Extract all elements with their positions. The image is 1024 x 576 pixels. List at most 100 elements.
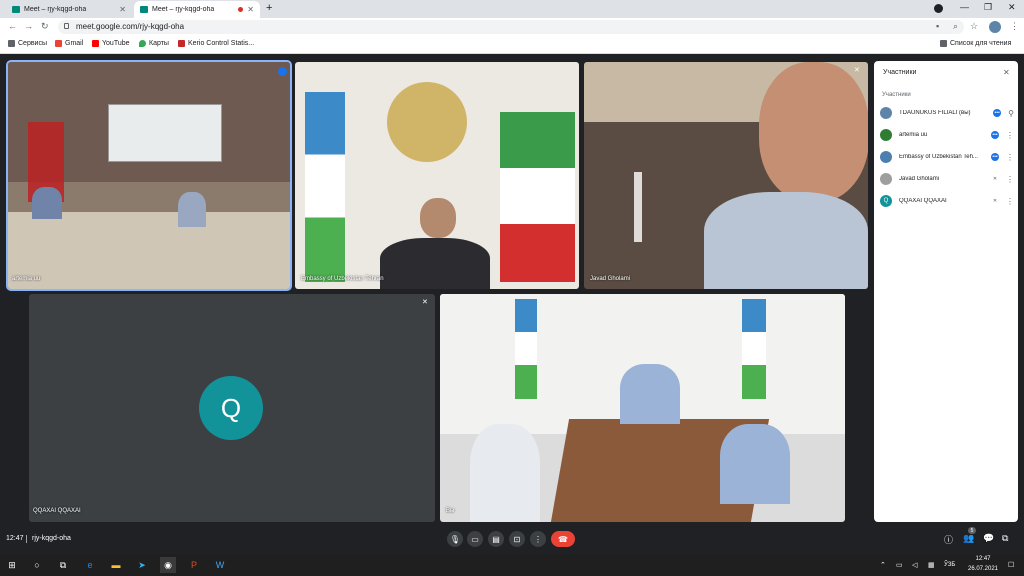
video-tile-embassy[interactable]: Embassy of Uzbekistan Tehran	[295, 62, 579, 289]
end-call-button[interactable]: ☎	[551, 531, 575, 547]
tab-meet-1[interactable]: Meet – rjy-kqgd-oha ✕	[6, 1, 132, 18]
bookmark-maps[interactable]: Карты	[139, 40, 169, 47]
media-control-icon[interactable]	[934, 4, 943, 13]
windows-start-icon[interactable]: ⊞	[4, 557, 20, 573]
close-tab-icon[interactable]: ✕	[247, 5, 254, 14]
participant-row[interactable]: Javad Gholami ✕ ⋮	[880, 172, 1014, 186]
bookmark-gmail[interactable]: Gmail	[55, 40, 83, 47]
tab-meet-2[interactable]: Meet – rjy-kqgd-oha ✕	[134, 1, 260, 18]
powerpoint-icon[interactable]: P	[186, 557, 202, 573]
bookmark-label: YouTube	[102, 40, 130, 47]
video-tile-artemia[interactable]: artemia uu	[6, 60, 292, 291]
language-indicator[interactable]: ЎЗБ	[944, 562, 955, 568]
close-panel-icon[interactable]: ✕	[1003, 68, 1010, 77]
back-icon[interactable]: ←	[8, 21, 17, 31]
participant-row[interactable]: Embassy of Uzbekistan Teh... ••• ⋮	[880, 150, 1014, 164]
camera-button[interactable]: ▭	[467, 531, 483, 547]
kerio-icon	[178, 40, 185, 47]
camera-icon[interactable]: ▪	[936, 21, 939, 31]
keyboard-icon[interactable]: ▦	[928, 561, 935, 569]
close-window-icon[interactable]: ✕	[1008, 2, 1016, 13]
url-text[interactable]: meet.google.com/rjy-kqgd-oha	[76, 22, 184, 31]
info-icon[interactable]: ⓘ	[944, 533, 953, 546]
new-tab-icon[interactable]: +	[266, 2, 272, 14]
more-options-button[interactable]: ⋮	[530, 531, 546, 547]
tray-chevron-icon[interactable]: ⌃	[880, 561, 886, 569]
video-tile-javad[interactable]: ✕ Javad Gholami	[584, 62, 868, 289]
video-tile-self[interactable]: Вы	[440, 294, 845, 522]
window-light	[634, 172, 642, 242]
audio-level-icon: •••	[993, 109, 1002, 117]
bookmark-label: Сервисы	[18, 40, 48, 47]
microphone-button[interactable]: 🎙	[447, 531, 463, 547]
audio-level-icon: •••	[991, 153, 999, 161]
flag-uzbekistan	[742, 299, 766, 399]
activities-icon[interactable]: ⧉	[1002, 533, 1008, 544]
flag-uzbekistan	[305, 92, 345, 282]
bookmark-kerio[interactable]: Kerio Control Statis...	[178, 40, 254, 47]
reading-list[interactable]: Список для чтения	[940, 40, 1011, 47]
minimize-icon[interactable]: —	[960, 2, 969, 12]
maximize-icon[interactable]: ❐	[984, 2, 992, 13]
edge-icon[interactable]: e	[82, 557, 98, 573]
mic-off-icon: ✕	[422, 299, 428, 306]
address-bar[interactable]	[58, 20, 964, 34]
notification-icon[interactable]: ☐	[1008, 561, 1014, 569]
mic-off-icon: ✕	[991, 197, 999, 205]
more-options-icon[interactable]: ⋮	[1006, 153, 1014, 162]
more-options-icon[interactable]: ⋮	[1006, 175, 1014, 184]
tile-name: Embassy of Uzbekistan Tehran	[301, 276, 384, 282]
bookmark-label: Gmail	[65, 40, 84, 47]
file-explorer-icon[interactable]: ▬	[108, 557, 124, 573]
pin-icon[interactable]: ⚲	[1008, 109, 1014, 118]
avatar	[880, 129, 892, 141]
participant-row[interactable]: TDAUNUKUS FILIALI (вы) ••• ⚲	[880, 106, 1014, 120]
profile-avatar[interactable]	[989, 21, 1001, 33]
menu-icon[interactable]: ⋮	[1010, 21, 1019, 32]
conference-table	[8, 212, 290, 289]
whiteboard	[108, 104, 222, 162]
meet-favicon-icon	[12, 6, 20, 13]
more-options-icon[interactable]: ⋮	[1006, 197, 1014, 206]
speaking-indicator-icon	[278, 67, 287, 76]
chrome-icon[interactable]: ◉	[160, 557, 176, 573]
avatar	[880, 151, 892, 163]
person	[470, 424, 540, 522]
tile-name: Вы	[446, 508, 455, 514]
forward-icon[interactable]: →	[24, 21, 33, 31]
reload-icon[interactable]: ↻	[41, 21, 49, 32]
person-head	[420, 198, 456, 238]
volume-icon[interactable]: ◁	[912, 561, 917, 569]
network-icon[interactable]: ▭	[896, 561, 903, 569]
recording-indicator-icon	[238, 7, 244, 12]
search-icon[interactable]: ○	[29, 557, 45, 573]
zoom-icon[interactable]: ⌕	[953, 21, 958, 32]
tab-title: Meet – rjy-kqgd-oha	[152, 6, 215, 13]
clock-date[interactable]: 26.07.2021	[963, 566, 1003, 572]
people-icon[interactable]: 👥	[963, 533, 974, 544]
person	[178, 192, 206, 227]
maps-pin-icon	[139, 40, 146, 47]
close-tab-icon[interactable]: ✕	[119, 5, 126, 14]
lock-icon[interactable]	[64, 23, 69, 29]
captions-button[interactable]: ▤	[488, 531, 504, 547]
video-tile-qqaxai[interactable]: Q ✕ QQAXAI QQAXAI	[29, 294, 435, 522]
more-options-icon[interactable]: ⋮	[1006, 131, 1014, 140]
telegram-icon[interactable]: ➤	[134, 557, 150, 573]
bookmark-label: Kerio Control Statis...	[188, 40, 255, 47]
bookmark-services[interactable]: Сервисы	[8, 40, 47, 47]
participant-row[interactable]: artemia uu ••• ⋮	[880, 128, 1014, 142]
task-view-icon[interactable]: ⧉	[55, 557, 71, 573]
person	[720, 424, 790, 504]
chat-icon[interactable]: 💬	[983, 533, 994, 544]
participant-row[interactable]: Q QQAXAI QQAXAI ✕ ⋮	[880, 194, 1014, 208]
bookmark-star-icon[interactable]: ☆	[970, 21, 978, 32]
present-button[interactable]: ⊡	[509, 531, 525, 547]
clock-time[interactable]: 12:47	[968, 556, 998, 562]
tab-title: Meet – rjy-kqgd-oha	[24, 6, 87, 13]
word-icon[interactable]: W	[212, 557, 228, 573]
bookmark-label: Карты	[149, 40, 169, 47]
avatar-q: Q	[199, 376, 263, 440]
bookmark-youtube[interactable]: YouTube	[92, 40, 130, 47]
divider	[26, 535, 27, 543]
